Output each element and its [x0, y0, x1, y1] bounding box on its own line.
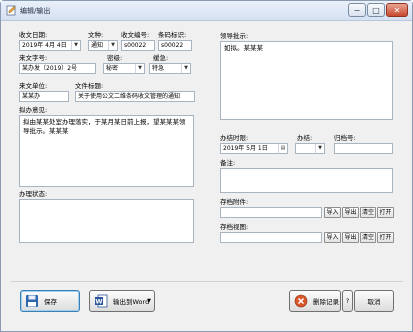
footer-divider [11, 281, 403, 282]
window-title: 编辑/输出 [20, 7, 51, 15]
urgency-label: 缓急: [153, 54, 169, 62]
archive-no-field[interactable] [334, 143, 393, 154]
attachment-label: 存档附件: [220, 198, 249, 206]
view-clear-button[interactable]: 清空 [360, 232, 376, 243]
chevron-down-icon[interactable]: ▼ [71, 41, 80, 50]
status-textarea[interactable] [19, 199, 194, 243]
remark-label: 备注: [220, 159, 236, 167]
barcode-label: 条码标识: [158, 31, 187, 39]
status-label: 办理状态: [19, 190, 48, 198]
sender-field[interactable]: 某某办 [19, 91, 69, 102]
chevron-down-icon[interactable]: ▼ [181, 64, 190, 73]
deadline-value: 2019年 5月 1日 [223, 145, 268, 152]
done-label: 办结: [297, 134, 313, 142]
deadline-label: 办结时限: [220, 134, 249, 142]
receive-date-picker[interactable]: 2019年 4月 4日 ▼ [19, 40, 81, 51]
deadline-picker[interactable]: 2019年 5月 1日 ▤ [220, 143, 288, 154]
edit-export-window: 编辑/输出 − □ ✕ 收文日期: 2019年 4月 4日 ▼ 文种: 通知 ▼… [0, 0, 413, 332]
calendar-icon[interactable]: ▤ [278, 144, 287, 153]
view-open-button[interactable]: 打开 [377, 232, 394, 243]
secret-label: 密级: [107, 54, 123, 62]
chevron-down-icon[interactable]: ▼ [315, 144, 324, 153]
incoming-no-label: 来文字号: [19, 54, 48, 62]
receive-no-label: 收文编号: [121, 31, 150, 39]
urgency-value: 特急 [152, 65, 165, 72]
maximize-button[interactable]: □ [367, 3, 385, 17]
delete-record-label: 删除记录 [313, 298, 339, 306]
receive-date-value: 2019年 4月 4日 [22, 42, 67, 49]
attachment-import-button[interactable]: 导入 [324, 207, 341, 218]
maximize-icon: □ [372, 5, 380, 15]
title-bar: 编辑/输出 − □ ✕ [1, 1, 412, 21]
barcode-field[interactable]: s00022 [158, 40, 192, 51]
draft-opinion-label: 拟办意见: [19, 106, 48, 114]
delete-icon [294, 294, 308, 308]
draft-opinion-textarea[interactable]: 拟由某某处室办理落实，于某月某日前上报，望某某某领导批示。某某某 [19, 115, 194, 187]
minimize-button[interactable]: − [348, 3, 366, 17]
save-label: 保存 [44, 298, 57, 306]
receive-date-label: 收文日期: [19, 31, 48, 39]
save-icon [26, 295, 38, 307]
attachment-export-button[interactable]: 导出 [342, 207, 359, 218]
archive-view-field[interactable] [220, 232, 322, 243]
attachment-clear-button[interactable]: 清空 [360, 207, 376, 218]
attachment-field[interactable] [220, 207, 322, 218]
view-import-button[interactable]: 导入 [324, 232, 341, 243]
cancel-button[interactable]: 取消 [354, 290, 394, 312]
urgency-select[interactable]: 特急 ▼ [149, 63, 191, 74]
archive-view-label: 存档视图: [220, 223, 249, 231]
leader-label: 领导批示: [220, 32, 249, 40]
view-export-button[interactable]: 导出 [342, 232, 359, 243]
doc-title-field[interactable]: 关于使用公文二维条码收文管理的通知 [75, 91, 195, 102]
export-word-button[interactable]: W 输出到Word ▼ [89, 290, 155, 312]
remark-textarea[interactable] [220, 168, 393, 193]
sender-label: 来文单位: [19, 82, 48, 90]
secret-value: 秘密 [106, 65, 119, 72]
archive-no-label: 归档号: [334, 134, 356, 142]
chevron-down-icon[interactable]: ▼ [135, 64, 144, 73]
close-icon: ✕ [393, 5, 401, 15]
close-button[interactable]: ✕ [386, 3, 408, 17]
minimize-icon: − [353, 5, 361, 15]
done-select[interactable]: ▼ [295, 143, 325, 154]
delete-record-button[interactable]: 删除记录 [289, 290, 341, 312]
receive-no-field[interactable]: s00022 [121, 40, 155, 51]
doc-type-select[interactable]: 通知 ▼ [88, 40, 118, 51]
chevron-down-icon[interactable]: ▼ [147, 298, 151, 304]
app-icon [6, 5, 16, 16]
help-button[interactable]: ? [342, 290, 353, 312]
export-word-label: 输出到Word [113, 298, 150, 306]
save-button[interactable]: 保存 [20, 290, 80, 312]
attachment-open-button[interactable]: 打开 [377, 207, 394, 218]
word-icon: W [95, 294, 108, 308]
secret-select[interactable]: 秘密 ▼ [103, 63, 145, 74]
doc-type-label: 文种: [88, 31, 104, 39]
chevron-down-icon[interactable]: ▼ [108, 41, 117, 50]
svg-text:W: W [95, 298, 102, 306]
incoming-no-field[interactable]: 某办发（2019）2号 [19, 63, 96, 74]
doc-title-label: 文件标题: [75, 82, 104, 90]
leader-textarea[interactable]: 如拟。某某某 [220, 41, 393, 120]
doc-type-value: 通知 [91, 42, 104, 49]
